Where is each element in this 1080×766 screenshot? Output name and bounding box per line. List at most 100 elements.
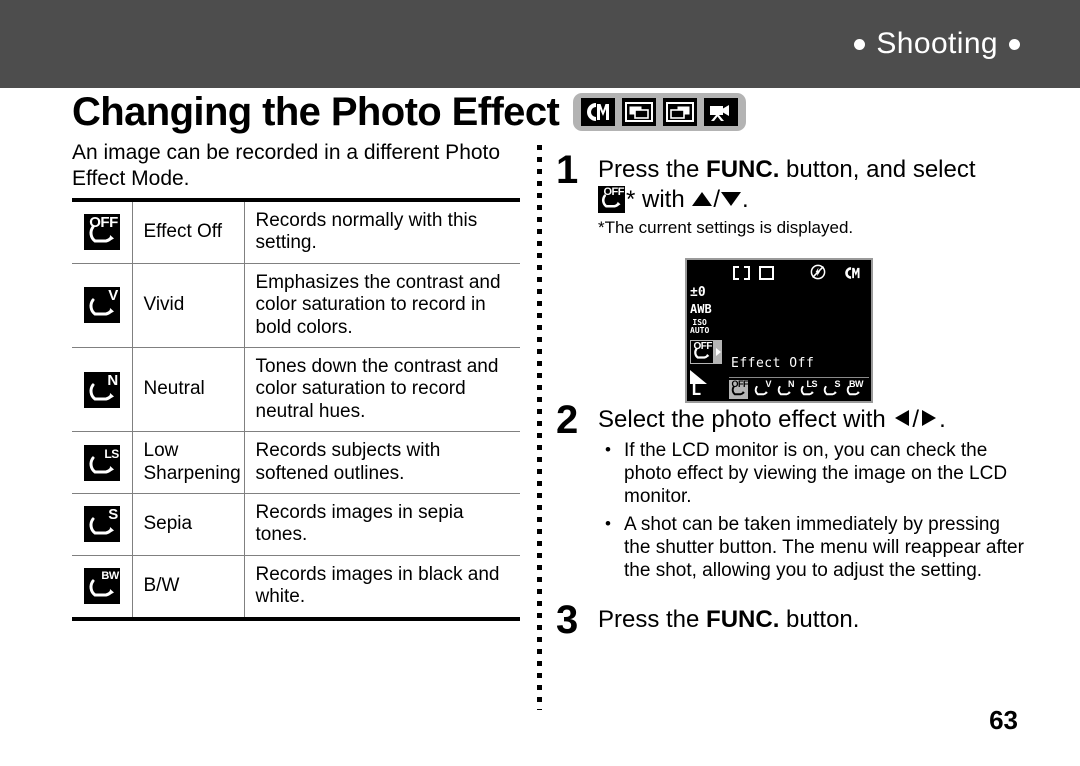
af-frame-square-icon <box>759 265 774 284</box>
table-cell-icon: S <box>72 493 133 556</box>
down-triangle-icon <box>720 186 742 216</box>
photo-effect-off-icon-label: OFF <box>89 214 118 232</box>
step-3-func-label: FUNC. <box>706 606 780 634</box>
lcd-strip-effect-low-sharpening-label: LS <box>806 379 817 389</box>
lcd-strip-effect-vivid-label: V <box>765 379 771 389</box>
mode-icon-manual-cm <box>581 98 616 126</box>
lcd-strip-effect-neutral-label: N <box>788 379 795 389</box>
lcd-strip-effect-bw-label: BW <box>849 379 864 389</box>
table-cell-icon: OFF <box>72 200 133 264</box>
mode-icon-movie <box>704 98 739 126</box>
lcd-strip-effect-bw-icon[interactable]: BW <box>844 379 864 399</box>
step-1-text-middle: button, and select <box>779 156 976 183</box>
lcd-top-status-row <box>687 264 871 284</box>
bullet-dot-right-icon <box>1009 38 1020 50</box>
intro-text: An image can be recorded in a different … <box>72 141 501 191</box>
step-1-number: 1 <box>556 148 579 192</box>
photo-effect-neutral-icon-label: N <box>107 371 118 389</box>
step-2-arrow-separator: / <box>912 405 920 433</box>
photo-effect-off-icon: OFF <box>83 214 120 251</box>
photo-effect-sepia-icon: S <box>83 506 120 543</box>
photo-effect-sepia-icon-label: S <box>108 506 118 524</box>
step-3-text-before: Press the <box>598 606 707 634</box>
list-item: If the LCD monitor is on, you can check … <box>598 440 1026 509</box>
mode-cm-icon <box>843 265 865 284</box>
step-2-number: 2 <box>556 397 579 442</box>
table-cell-description: Records normally with this setting. <box>244 200 520 264</box>
lcd-white-balance: AWB <box>690 302 712 316</box>
photo-effect-off-icon-label: OFF <box>603 185 625 198</box>
photo-effect-bw-icon-label: BW <box>101 570 119 583</box>
lcd-iso: ISO AUTO <box>690 318 710 336</box>
right-triangle-icon <box>919 406 939 436</box>
table-cell-name: Neutral <box>132 347 245 433</box>
lcd-effect-strip: OFF V N LS S BW <box>729 377 869 399</box>
lcd-exposure-compensation: ±0 <box>690 285 706 300</box>
chevron-right-icon <box>716 347 721 356</box>
section-label: Shooting <box>854 27 1020 61</box>
page-number: 63 <box>989 705 1018 735</box>
lcd-selected-effect: OFF <box>690 339 722 364</box>
step-1-arrow-separator: / <box>713 185 721 213</box>
page-title: Changing the Photo Effect <box>72 90 560 134</box>
photo-effect-low-sharpening-icon-label: LS <box>104 446 119 461</box>
column-divider <box>537 145 542 710</box>
table-cell-icon: N <box>72 347 133 433</box>
lcd-resolution: L <box>691 380 702 400</box>
step-1-text-after-icon: * with <box>626 185 692 213</box>
section-label-text: Shooting <box>876 27 998 60</box>
lcd-left-status-column: ±0 AWB ISO AUTO OFF <box>690 286 730 384</box>
table-cell-description: Records subjects with softened outlines. <box>244 431 520 495</box>
lcd-strip-effect-sepia-icon[interactable]: S <box>821 380 840 399</box>
lcd-strip-effect-neutral-icon[interactable]: N <box>775 379 795 399</box>
table-cell-name: Sepia <box>132 493 245 556</box>
step-1: 1 Press the FUNC. button, and select OFF… <box>556 148 1026 238</box>
step-2-bullets: If the LCD monitor is on, you can check … <box>598 440 1026 583</box>
photo-effect-off-icon: OFF <box>598 185 625 213</box>
table-cell-description: Records images in sepia tones. <box>244 493 520 556</box>
lcd-strip-effect-off-label: OFF <box>731 379 749 389</box>
af-frame-bracket-icon <box>733 265 750 284</box>
lcd-strip-effect-sepia-label: S <box>834 379 840 389</box>
table-cell-icon: BW <box>72 555 133 619</box>
table-cell-description: Tones down the contrast and color satura… <box>244 347 520 433</box>
photo-effects-table: OFF Effect Off Records normally with thi… <box>72 198 520 621</box>
lcd-strip-effect-off-icon[interactable]: OFF <box>729 380 748 399</box>
step-2: 2 Select the photo effect with /. If the… <box>556 397 1026 589</box>
step-3-text-end: button. <box>779 606 860 634</box>
photo-effect-bw-icon: BW <box>83 568 120 605</box>
step-2-text-before: Select the photo effect with <box>598 405 893 433</box>
title-row: Changing the Photo Effect <box>72 90 747 134</box>
table-row: BW B/W Records images in black and white… <box>72 555 520 619</box>
table-row: OFF Effect Off Records normally with thi… <box>72 200 520 264</box>
left-triangle-icon <box>892 406 912 436</box>
table-row: N Neutral Tones down the contrast and co… <box>72 347 520 433</box>
photo-effect-neutral-icon: N <box>83 371 120 408</box>
table-cell-description: Records images in black and white. <box>255 563 500 608</box>
lcd-strip-effect-vivid-icon[interactable]: V <box>752 380 771 399</box>
table-row: S Sepia Records images in sepia tones. <box>72 493 520 556</box>
step-1-text: Press the FUNC. button, and select OFF *… <box>598 155 1026 216</box>
step-1-text-before: Press the <box>598 156 707 183</box>
lcd-strip-effect-low-sharpening-icon[interactable]: LS <box>798 380 817 399</box>
flash-off-icon <box>810 264 826 284</box>
lcd-effect-name: Effect Off <box>731 356 815 371</box>
up-triangle-icon <box>691 186 713 216</box>
table-cell-description: Emphasizes the contrast and color satura… <box>244 263 520 349</box>
table-cell-icon: V <box>72 263 133 349</box>
photo-effect-vivid-icon-label: V <box>108 287 118 305</box>
table-row: V Vivid Emphasizes the contrast and colo… <box>72 263 520 349</box>
list-item: A shot can be taken immediately by press… <box>598 514 1026 583</box>
table-cell-name: B/W <box>132 555 245 619</box>
photo-effect-off-icon: OFF <box>691 340 713 363</box>
mode-icon-stitch-assist-left <box>622 98 657 126</box>
photo-effect-off-icon-label: OFF <box>693 340 713 352</box>
photo-effect-low-sharpening-icon: LS <box>83 444 120 481</box>
table-cell-name: Vivid <box>132 263 245 349</box>
step-3: 3 Press the FUNC. button. <box>556 600 1026 640</box>
lcd-screen-illustration: ±0 AWB ISO AUTO OFF L Effect Off OFF V N… <box>685 258 873 403</box>
step-2-text: Select the photo effect with /. <box>598 405 1026 436</box>
lcd-iso-value: AUTO <box>690 326 710 336</box>
photo-effect-vivid-icon: V <box>83 287 120 324</box>
bullet-dot-left-icon <box>854 38 866 50</box>
